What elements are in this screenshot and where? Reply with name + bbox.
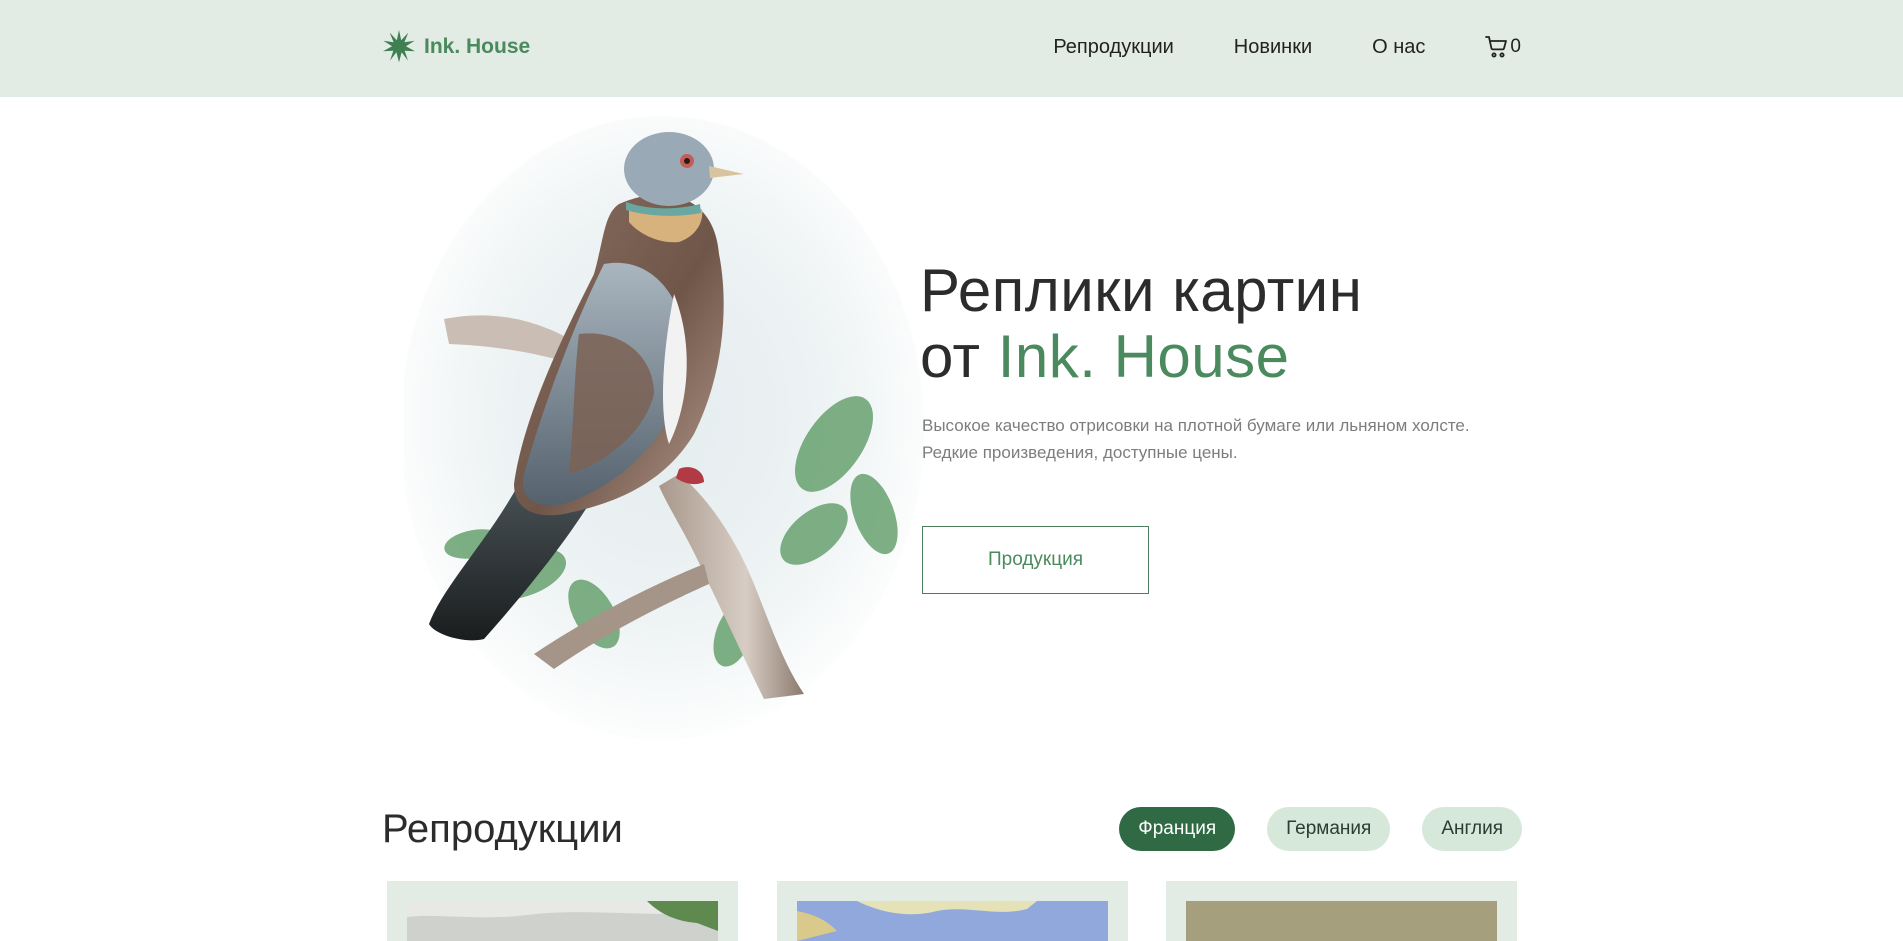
nav-link-reproductions[interactable]: Репродукции	[1053, 34, 1173, 60]
product-card[interactable]	[1166, 881, 1517, 941]
filter-england[interactable]: Англия	[1422, 807, 1522, 851]
hero-title-accent: Ink. House	[997, 323, 1290, 390]
nav-link-about[interactable]: О нас	[1372, 34, 1425, 60]
cart-count: 0	[1510, 36, 1521, 57]
product-image	[407, 901, 718, 941]
hero-title-prefix: от	[920, 323, 998, 390]
product-card[interactable]	[777, 881, 1128, 941]
cart-button[interactable]: 0	[1485, 35, 1521, 59]
product-card[interactable]	[387, 881, 738, 941]
hero-title-line1: Реплики картин	[920, 257, 1363, 324]
filter-germany[interactable]: Германия	[1267, 807, 1391, 851]
product-image	[797, 901, 1108, 941]
hero-title: Реплики картин от Ink. House	[920, 258, 1362, 390]
logo-link[interactable]: Ink. House	[382, 29, 530, 65]
logo-star-icon	[383, 30, 415, 63]
filter-france[interactable]: Франция	[1119, 807, 1236, 851]
country-filters: Франция Германия Англия	[1119, 807, 1522, 851]
products-button[interactable]: Продукция	[922, 526, 1149, 594]
hero-subtitle: Высокое качество отрисовки на плотной бу…	[922, 416, 1470, 462]
hero-bird-illustration	[404, 116, 924, 740]
logo-text: Ink. House	[424, 35, 531, 58]
cart-icon	[1485, 36, 1508, 58]
product-image	[1186, 901, 1497, 941]
site-header: Ink. House Репродукции Новинки О нас 0	[0, 0, 1903, 97]
section-title: Репродукции	[382, 807, 623, 851]
nav-link-new[interactable]: Новинки	[1234, 34, 1312, 60]
main-nav: Репродукции Новинки О нас 0	[1053, 34, 1521, 60]
